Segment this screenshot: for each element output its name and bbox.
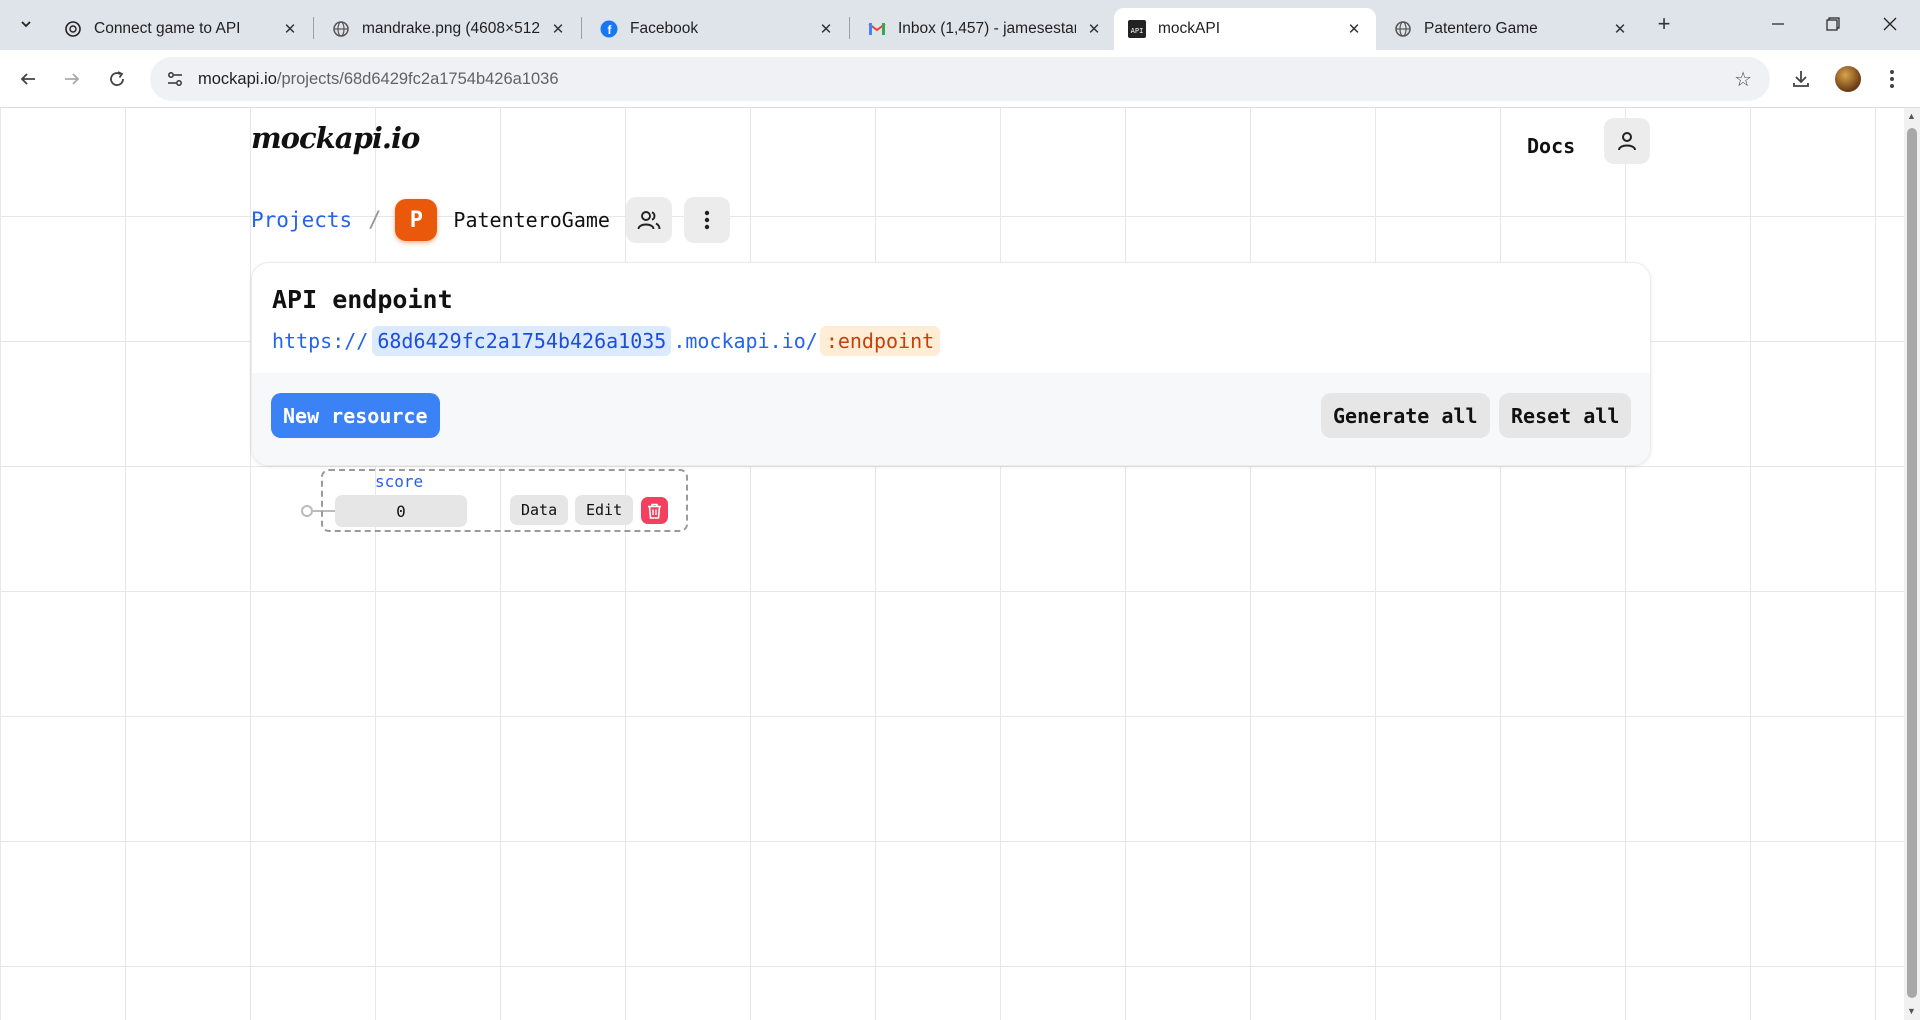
close-icon — [1883, 17, 1897, 31]
tab-divider — [849, 17, 850, 39]
globe-icon — [1394, 20, 1412, 38]
facebook-icon: f — [600, 20, 618, 38]
reset-all-button[interactable]: Reset all — [1499, 393, 1632, 438]
more-vertical-icon — [1890, 70, 1894, 88]
bookmark-star-icon[interactable]: ☆ — [1734, 67, 1752, 92]
tab-divider — [313, 17, 314, 39]
close-icon[interactable]: ✕ — [548, 19, 568, 39]
downloads-button[interactable] — [1785, 63, 1817, 95]
back-button[interactable] — [12, 63, 44, 95]
minimize-icon — [1772, 23, 1784, 25]
mockapi-logo[interactable]: mockapi.io — [251, 121, 420, 155]
globe-icon — [332, 20, 350, 38]
tab-mandrake[interactable]: mandrake.png (4608×5120) ✕ — [318, 8, 580, 50]
address-bar[interactable]: mockapi.io/projects/68d6429fc2a1754b426a… — [150, 57, 1770, 101]
tab-title: Facebook — [630, 20, 699, 37]
resource-count: 0 — [335, 495, 467, 527]
chevron-down-icon — [21, 21, 31, 28]
breadcrumb-separator: / — [368, 207, 382, 233]
breadcrumb: Projects / P PatenteroGame — [251, 197, 742, 243]
tab-search-button[interactable] — [12, 10, 40, 38]
card-title: API endpoint — [272, 285, 453, 314]
api-endpoint-card: API endpoint https:// 68d6429fc2a1754b42… — [251, 262, 1651, 466]
scroll-up-arrow-icon[interactable]: ▲ — [1907, 111, 1916, 121]
svg-text:API: API — [1131, 27, 1144, 35]
endpoint-domain: .mockapi.io/ — [673, 329, 818, 353]
tab-divider — [581, 17, 582, 39]
tab-connect-game[interactable]: Connect game to API ✕ — [50, 8, 312, 50]
close-window-button[interactable] — [1875, 10, 1905, 38]
reload-icon — [110, 71, 124, 86]
browser-menu-button[interactable] — [1876, 63, 1908, 95]
tab-mockapi[interactable]: API mockAPI ✕ — [1114, 8, 1376, 50]
trash-icon — [648, 503, 661, 519]
close-icon[interactable]: ✕ — [280, 19, 300, 39]
forward-button[interactable] — [56, 63, 88, 95]
mockapi-icon: API — [1128, 20, 1146, 38]
page-scrollbar[interactable]: ▲ ▼ — [1904, 108, 1920, 1020]
gmail-icon — [868, 20, 886, 38]
minimize-button[interactable] — [1763, 10, 1793, 38]
tab-title: Connect game to API — [94, 20, 241, 37]
close-icon[interactable]: ✕ — [1084, 19, 1104, 39]
new-resource-button[interactable]: New resource — [271, 393, 440, 438]
restore-button[interactable] — [1818, 10, 1848, 38]
close-icon[interactable]: ✕ — [1344, 19, 1364, 39]
browser-toolbar: mockapi.io/projects/68d6429fc2a1754b426a… — [0, 50, 1920, 108]
close-icon[interactable]: ✕ — [816, 19, 836, 39]
scrollbar-thumb[interactable] — [1907, 128, 1917, 998]
project-options-button[interactable] — [683, 197, 730, 243]
endpoint-path: :endpoint — [819, 326, 941, 356]
card-actions: New resource Generate all Reset all — [252, 373, 1650, 465]
browser-tab-bar: Connect game to API ✕ mandrake.png (4608… — [0, 0, 1920, 50]
site-info-icon[interactable] — [164, 68, 186, 90]
scroll-down-arrow-icon[interactable]: ▼ — [1907, 1006, 1916, 1016]
url-text: mockapi.io/projects/68d6429fc2a1754b426a… — [198, 70, 559, 89]
tab-patentero[interactable]: Patentero Game ✕ — [1380, 8, 1642, 50]
new-tab-button[interactable]: + — [1652, 11, 1676, 36]
reload-button[interactable] — [101, 63, 133, 95]
docs-link[interactable]: Docs — [1527, 134, 1575, 158]
arrow-left-icon — [20, 73, 35, 85]
more-vertical-icon — [704, 210, 710, 230]
endpoint-project-id: 68d6429fc2a1754b426a1035 — [372, 326, 672, 356]
tab-title: Patentero Game — [1424, 20, 1538, 37]
card-header: API endpoint https:// 68d6429fc2a1754b42… — [252, 263, 1650, 373]
profile-button[interactable] — [1832, 63, 1864, 95]
endpoint-protocol: https:// — [272, 329, 369, 353]
project-avatar: P — [395, 199, 438, 241]
url-host: mockapi.io — [198, 69, 277, 88]
resource-data-button[interactable]: Data — [510, 495, 569, 525]
project-members-button[interactable] — [625, 197, 672, 243]
url-path: /projects/68d6429fc2a1754b426a1036 — [276, 69, 559, 88]
tab-title: mandrake.png (4608×5120) — [362, 20, 540, 37]
projects-link[interactable]: Projects — [251, 208, 352, 232]
chatgpt-icon — [64, 20, 82, 38]
generate-all-button[interactable]: Generate all — [1321, 393, 1490, 438]
close-icon[interactable]: ✕ — [1610, 19, 1630, 39]
resource-edit-button[interactable]: Edit — [575, 495, 634, 525]
page-canvas: mockapi.io Docs Projects / P PatenteroGa… — [0, 108, 1904, 1020]
profile-avatar — [1835, 66, 1861, 92]
resource-connector-dot — [301, 505, 313, 517]
users-icon — [637, 211, 661, 230]
project-name: PatenteroGame — [453, 208, 610, 232]
tab-title: Inbox (1,457) - jamesestanislao@gmail.co… — [898, 20, 1076, 37]
user-icon — [1618, 132, 1636, 151]
tab-gmail[interactable]: Inbox (1,457) - jamesestanislao@gmail.co… — [854, 8, 1116, 50]
restore-icon — [1826, 17, 1840, 31]
endpoint-url: https:// 68d6429fc2a1754b426a1035 .mocka… — [272, 326, 1650, 356]
resource-delete-button[interactable] — [641, 497, 668, 524]
account-button[interactable] — [1604, 118, 1650, 164]
tab-title: mockAPI — [1158, 20, 1221, 37]
tab-facebook[interactable]: f Facebook ✕ — [586, 8, 848, 50]
download-icon — [1793, 71, 1809, 87]
resource-name[interactable]: score — [375, 472, 423, 491]
arrow-right-icon — [65, 73, 80, 85]
